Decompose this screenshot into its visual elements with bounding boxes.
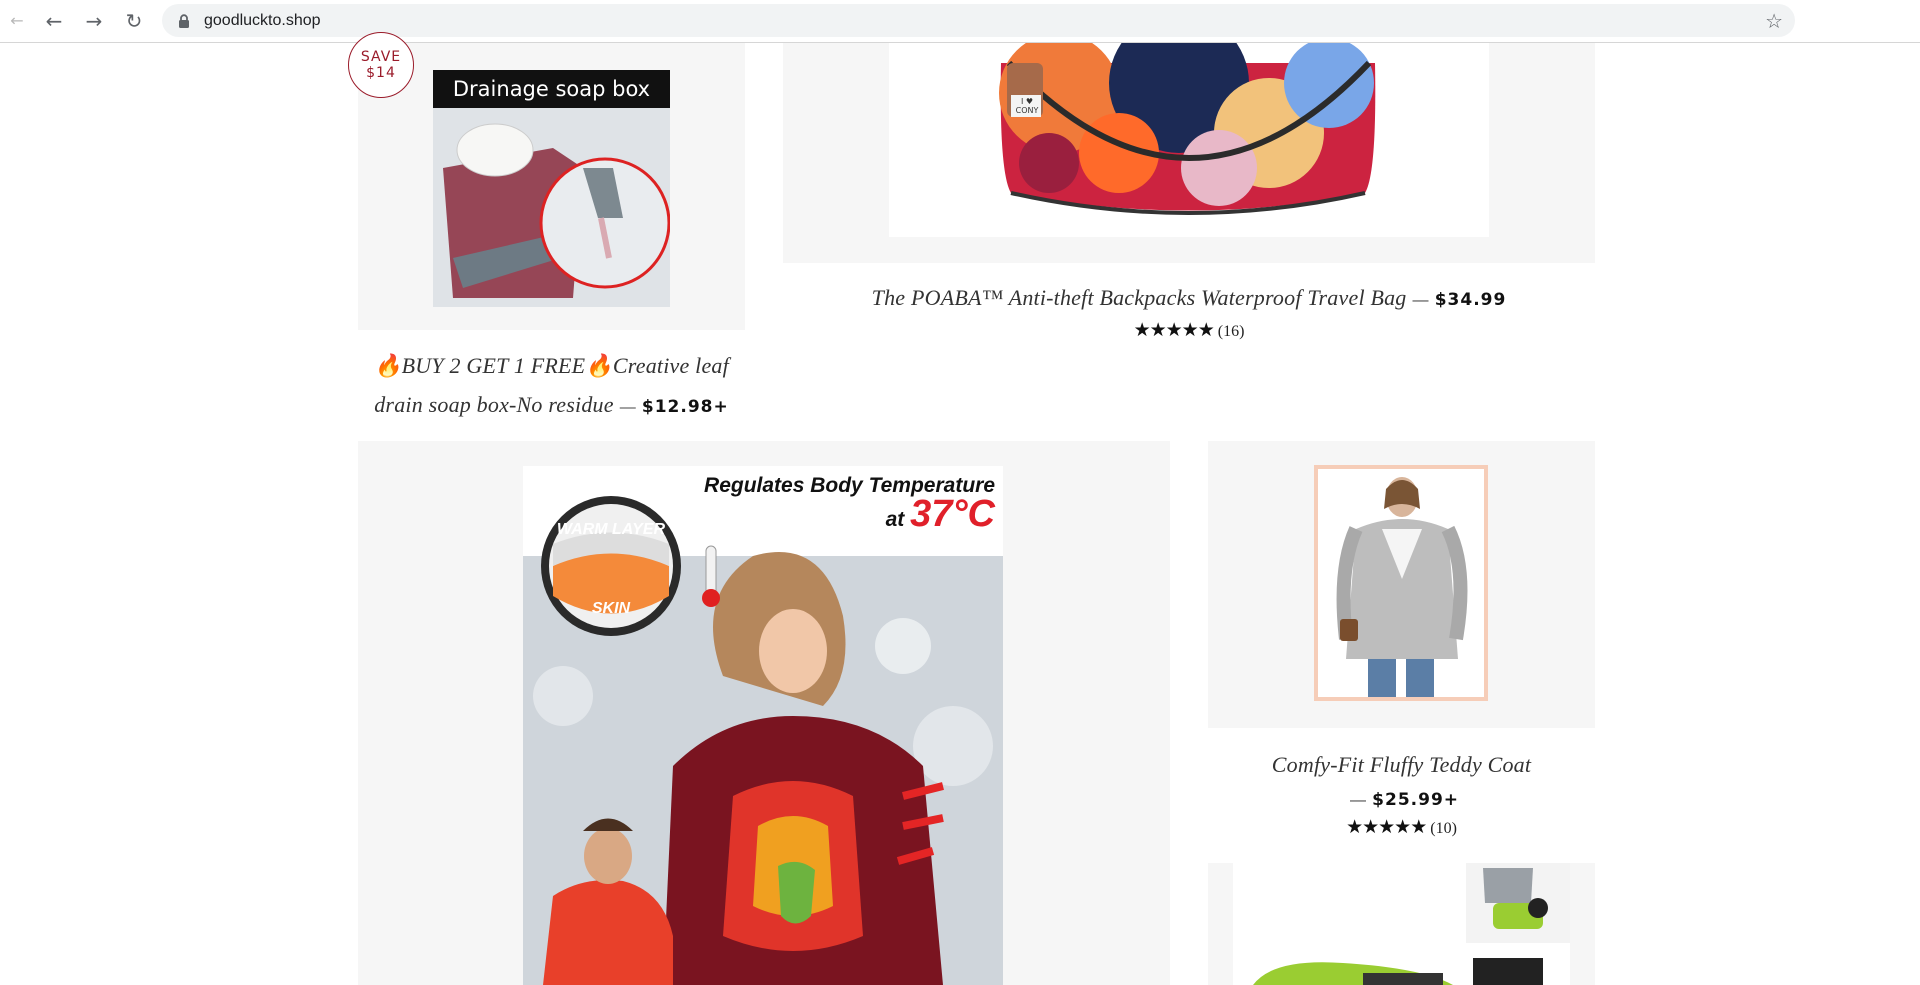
backpack-image-tile[interactable]: I ♥ CONY: [783, 43, 1595, 263]
soap-box-image: Drainage soap box: [433, 70, 670, 307]
thermal-image: Regulates Body Temperature at 37°C WARM …: [523, 466, 1003, 985]
coat-illustration: [1318, 469, 1484, 697]
temperature-text: 37°C: [910, 493, 995, 535]
soap-dish-illustration: [433, 108, 670, 307]
sharpener-image-tile[interactable]: [1208, 863, 1595, 985]
backpack-image: I ♥ CONY: [889, 43, 1489, 237]
soap-product-title[interactable]: 🔥BUY 2 GET 1 FREE🔥Creative leaf drain so…: [358, 346, 745, 427]
thermal-image-tile[interactable]: Regulates Body Temperature at 37°C WARM …: [358, 441, 1170, 985]
coat-rating[interactable]: ★★★★★ (10): [1208, 816, 1595, 838]
forward-button[interactable]: →: [80, 8, 108, 34]
reload-button[interactable]: ↻: [120, 8, 148, 34]
address-bar[interactable]: goodluckto.shop ☆: [162, 4, 1795, 37]
soap-price: $12.98+: [641, 397, 729, 417]
lock-icon: [179, 14, 189, 28]
skin-label: SKIN: [591, 600, 631, 617]
url-text: goodluckto.shop: [204, 12, 321, 29]
coat-image: [1314, 465, 1488, 701]
sharpener-image: [1233, 863, 1570, 985]
warm-layer-label: WARM LAYER: [556, 521, 666, 538]
bookmark-star-icon[interactable]: ☆: [1765, 9, 1783, 33]
backpack-product-title[interactable]: The POABA™ Anti-theft Backpacks Waterpro…: [783, 278, 1595, 320]
coat-price-line: — $25.99+: [1349, 790, 1460, 810]
coat-price: $25.99+: [1372, 790, 1460, 810]
thermal-headline: Regulates Body Temperature at 37°C: [704, 474, 995, 535]
sharpener-illustration: [1233, 863, 1570, 985]
backpack-illustration: [999, 43, 1376, 215]
review-count: (16): [1217, 323, 1245, 340]
backpack-price: $34.99: [1434, 290, 1507, 310]
soap-box-image-tile[interactable]: Drainage soap box: [358, 43, 745, 330]
review-count: (10): [1430, 820, 1457, 837]
browser-toolbar: ← ← → ↻ goodluckto.shop ☆: [0, 0, 1920, 43]
fire-icon: 🔥: [374, 353, 402, 378]
soap-banner: Drainage soap box: [433, 70, 670, 108]
coat-image-tile[interactable]: [1208, 441, 1595, 728]
fire-icon: 🔥: [585, 353, 613, 378]
thermal-illustration: [523, 466, 1003, 985]
backpack-rating[interactable]: ★★★★★ (16): [783, 319, 1595, 341]
bag-tag-text: I ♥ CONY: [1015, 97, 1039, 115]
rating-stars: ★★★★★: [1133, 319, 1215, 341]
back-history-icon[interactable]: ←: [8, 8, 26, 34]
save-badge: SAVE $14: [348, 32, 414, 98]
rating-stars: ★★★★★: [1346, 816, 1427, 838]
back-button[interactable]: ←: [40, 8, 68, 34]
